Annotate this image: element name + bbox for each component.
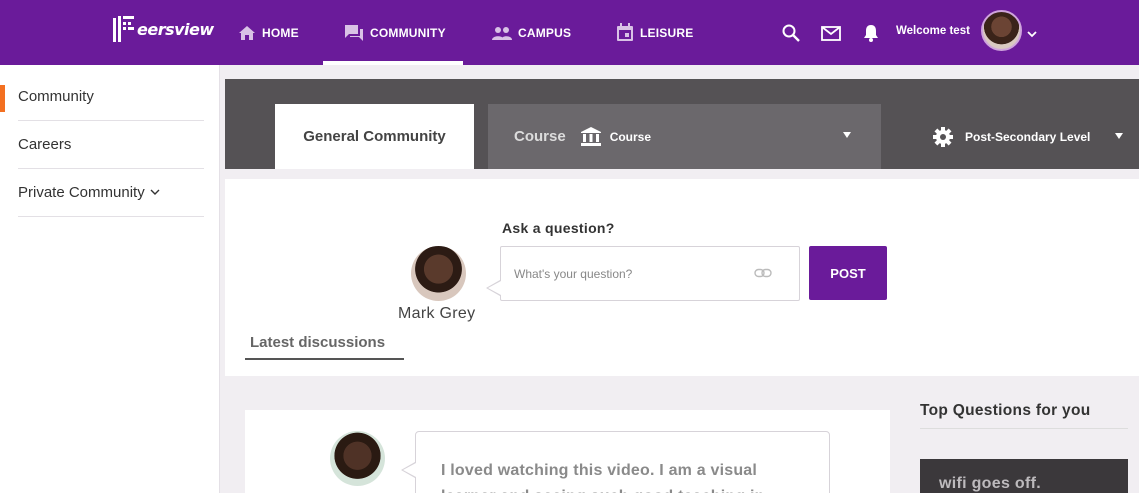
dropdown-arrow-icon[interactable] (1115, 133, 1123, 139)
top-navigation-bar: eersview HOME COMMUNITY CAMPUS LEISURE W… (0, 0, 1139, 65)
question-placeholder: What's your question? (514, 266, 633, 281)
messages-button[interactable] (820, 22, 842, 44)
nav-campus[interactable]: CAMPUS (492, 0, 571, 65)
post-button[interactable]: POST (809, 246, 887, 300)
home-icon (239, 25, 255, 40)
sidebar-active-indicator (0, 85, 5, 112)
discussion-text[interactable]: I loved watching this video. I am a visu… (415, 431, 830, 493)
avatar (411, 246, 466, 301)
tab-general-community[interactable]: General Community (275, 104, 474, 169)
brand-name: eersview (137, 19, 214, 39)
logo-icon (112, 14, 136, 44)
level-label: Post-Secondary Level (965, 129, 1091, 144)
bubble-tail-inner (403, 463, 416, 477)
bubble-tail-inner (488, 281, 501, 295)
peersview-logo[interactable]: eersview (112, 12, 214, 46)
nav-community[interactable]: COMMUNITY (344, 0, 446, 65)
tab-latest-discussions[interactable]: Latest discussions (245, 334, 404, 360)
institution-icon (580, 127, 601, 146)
nav-leisure[interactable]: LEISURE (616, 0, 693, 65)
welcome-text: Welcome test (896, 25, 970, 37)
link-icon[interactable] (754, 265, 772, 283)
chat-icon (345, 24, 363, 41)
ask-question-label: Ask a question? (502, 220, 615, 236)
tab-general-label: General Community (303, 128, 446, 145)
top-question-item[interactable]: wifi goes off. (920, 459, 1128, 493)
top-questions-title: Top Questions for you (920, 402, 1091, 419)
course-tab-label: Course (514, 128, 566, 145)
sidebar-item-community[interactable]: Community (18, 73, 204, 121)
nav-home-label: HOME (262, 25, 299, 40)
chevron-down-icon[interactable] (1027, 25, 1037, 43)
course-dropdown[interactable]: Course Course (488, 104, 881, 169)
dropdown-arrow-icon (843, 132, 851, 138)
divider (920, 428, 1128, 429)
search-icon (782, 24, 800, 42)
nav-home[interactable]: HOME (238, 0, 299, 65)
avatar[interactable] (330, 431, 385, 486)
sidebar-item-private-community[interactable]: Private Community (18, 169, 204, 217)
bell-icon (864, 25, 878, 42)
mail-icon (821, 25, 841, 41)
sidebar-item-careers[interactable]: Careers (18, 121, 204, 169)
nav-leisure-label: LEISURE (640, 25, 694, 40)
sidebar: Community Careers Private Community (0, 65, 220, 493)
sidebar-item-label: Careers (18, 136, 72, 153)
level-selector[interactable]: Post-Secondary Level (933, 104, 1090, 169)
notifications-button[interactable] (860, 22, 882, 44)
nav-campus-label: CAMPUS (518, 25, 572, 40)
chevron-down-icon (150, 189, 160, 195)
people-icon (492, 26, 512, 40)
calendar-icon (617, 23, 633, 41)
course-selected-value: Course (609, 129, 652, 144)
sidebar-item-label: Private Community (18, 184, 145, 201)
user-name: Mark Grey (398, 305, 476, 322)
sidebar-item-label: Community (18, 88, 94, 105)
user-avatar[interactable] (981, 10, 1022, 51)
gear-icon (933, 126, 953, 147)
nav-active-indicator (323, 61, 463, 65)
search-button[interactable] (780, 22, 802, 44)
nav-community-label: COMMUNITY (370, 25, 446, 40)
